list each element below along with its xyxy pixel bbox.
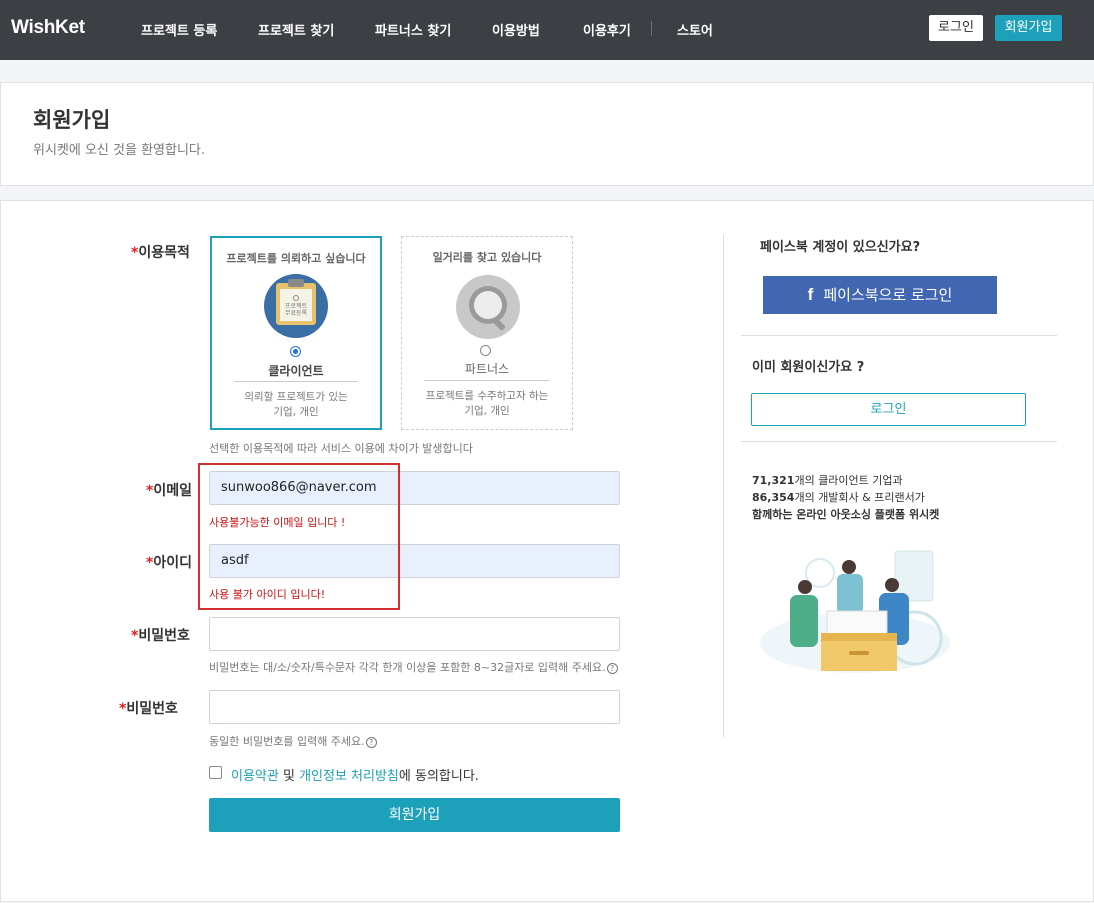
side-divider [741, 441, 1057, 442]
agree-checkbox[interactable] [209, 766, 222, 779]
stats-text: 71,321개의 클라이언트 기업과 86,354개의 개발회사 & 프리랜서가… [752, 474, 940, 521]
help-icon[interactable]: ? [606, 662, 618, 674]
page-title: 회원가입 [33, 108, 111, 132]
side-divider [741, 335, 1057, 336]
partner-purpose-card[interactable]: 일거리를 찾고 있습니다 파트너스 프로젝트를 수주하고자 하는 기업, 개인 [401, 236, 573, 430]
page-subtitle: 위시켓에 오신 것을 환영합니다. [33, 143, 206, 158]
team-illustration [755, 543, 950, 678]
terms-link[interactable]: 이용약관 [231, 769, 279, 784]
client-card-divider [234, 381, 358, 382]
id-label: *아이디 [146, 555, 192, 571]
password-confirm-field[interactable] [209, 690, 620, 724]
agree-text: 이용약관 및 개인정보 처리방침에 동의합니다. [231, 769, 479, 784]
client-purpose-card[interactable]: 프로젝트를 의뢰하고 싶습니다 프로젝트 무료등록 클라이언트 의뢰할 프로젝트… [210, 236, 382, 430]
login-button[interactable]: 로그인 [929, 15, 983, 41]
magnifier-icon [456, 275, 520, 339]
facebook-question: 페이스북 계정이 있으신가요? [760, 240, 921, 255]
nav-project-register[interactable]: 프로젝트 등록 [141, 20, 217, 39]
nav-partners-find[interactable]: 파트너스 찾기 [375, 20, 451, 39]
vertical-divider [723, 235, 724, 737]
partner-radio[interactable] [480, 345, 491, 356]
client-card-heading: 프로젝트를 의뢰하고 싶습니다 [226, 252, 366, 265]
nav-reviews[interactable]: 이용후기 [583, 20, 631, 39]
member-question: 이미 회원이신가요 ? [752, 360, 865, 375]
top-navbar: WishKet 프로젝트 등록 프로젝트 찾기 파트너스 찾기 이용방법 이용후… [0, 0, 1094, 60]
side-login-button[interactable]: 로그인 [751, 393, 1026, 426]
password-confirm-hint: 동일한 비밀번호를 입력해 주세요.? [209, 733, 377, 749]
password-hint: 비밀번호는 대/소/숫자/특수문자 각각 한개 이상을 포함한 8~32글자로 … [209, 659, 618, 675]
client-radio[interactable] [290, 346, 301, 357]
nav-project-find[interactable]: 프로젝트 찾기 [258, 20, 334, 39]
email-label: *이메일 [146, 483, 192, 499]
purpose-label: *이용목적 [131, 245, 190, 261]
facebook-login-button[interactable]: f 페이스북으로 로그인 [763, 276, 997, 314]
password-label: *비밀번호 [131, 628, 190, 644]
signup-button[interactable]: 회원가입 [995, 15, 1062, 41]
nav-divider [651, 21, 652, 36]
page-header-panel [0, 82, 1094, 186]
error-highlight-box [198, 463, 400, 610]
partner-card-desc: 프로젝트를 수주하고자 하는 기업, 개인 [425, 390, 549, 417]
password-field[interactable] [209, 617, 620, 651]
purpose-hint: 선택한 이용목적에 따라 서비스 이용에 차이가 발생합니다 [209, 442, 473, 455]
client-card-name: 클라이언트 [268, 364, 324, 378]
partner-card-heading: 일거리를 찾고 있습니다 [432, 251, 542, 264]
nav-store[interactable]: 스토어 [677, 20, 713, 39]
partner-card-name: 파트너스 [464, 362, 510, 376]
help-icon[interactable]: ? [365, 736, 377, 748]
facebook-icon: f [807, 285, 814, 304]
clipboard-badge-line2: 무료등록 [285, 310, 308, 317]
nav-how-to-use[interactable]: 이용방법 [492, 20, 540, 39]
signup-submit-button[interactable]: 회원가입 [209, 798, 620, 832]
clipboard-badge-line1: 프로젝트 [285, 302, 308, 310]
clipboard-icon: 프로젝트 무료등록 [264, 274, 328, 338]
privacy-link[interactable]: 개인정보 처리방침 [299, 769, 399, 784]
client-card-desc: 의뢰할 프로젝트가 있는 기업, 개인 [244, 391, 348, 418]
wishket-logo[interactable]: WishKet [11, 17, 85, 39]
partner-card-divider [424, 380, 550, 381]
password-confirm-label: *비밀번호 [119, 701, 178, 717]
